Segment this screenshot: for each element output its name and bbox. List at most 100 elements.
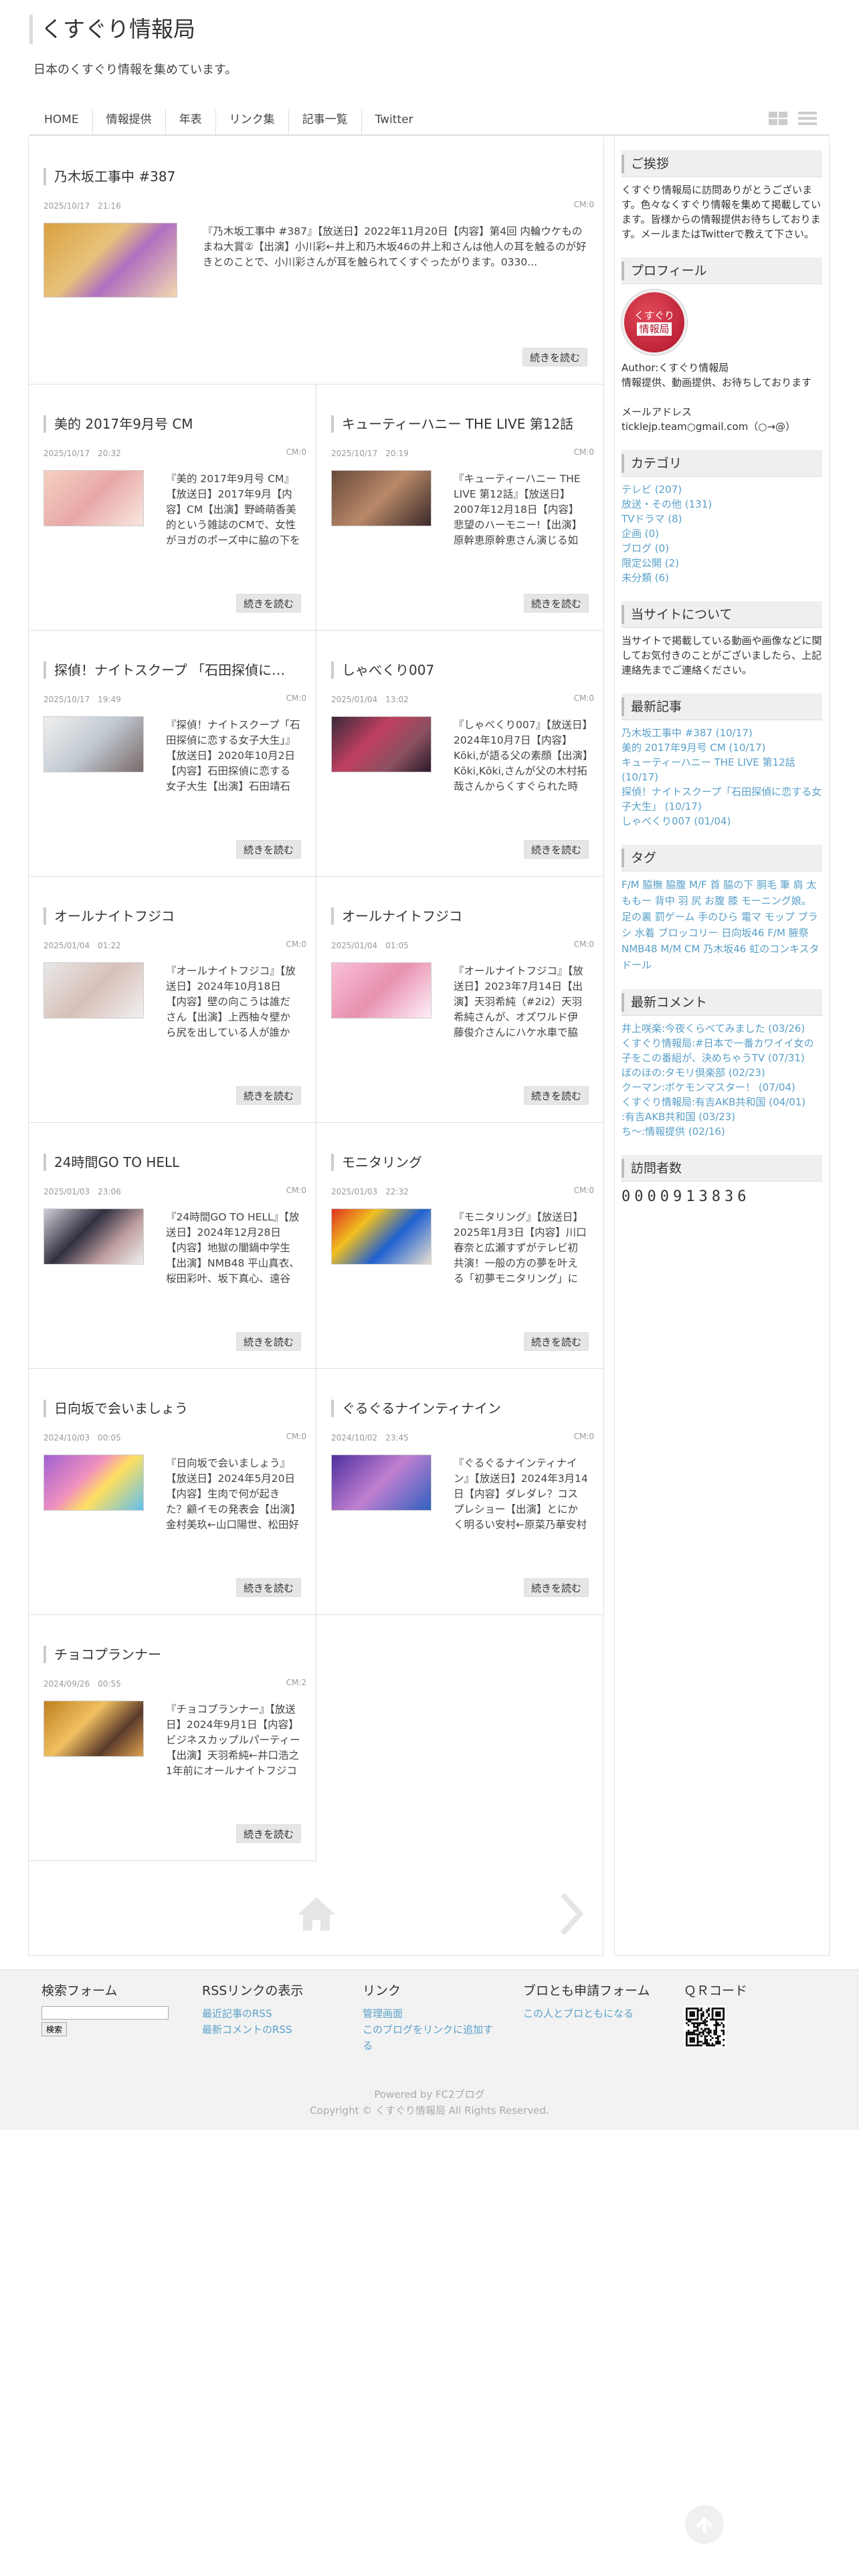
read-more-button[interactable]: 続きを読む: [235, 1824, 301, 1843]
article-thumbnail[interactable]: [331, 470, 432, 526]
category-link[interactable]: ブログ (0): [622, 541, 822, 556]
article-thumbnail[interactable]: [43, 716, 144, 772]
tag-link[interactable]: 罰ゲーム: [655, 911, 695, 923]
read-more-button[interactable]: 続きを読む: [235, 594, 301, 613]
article-comment-count[interactable]: CM:0: [286, 1432, 306, 1441]
article-thumbnail[interactable]: [331, 1455, 432, 1511]
tag-link[interactable]: 脇の下: [723, 879, 753, 891]
article-comment-count[interactable]: CM:0: [286, 1186, 306, 1195]
article-title[interactable]: オールナイトフジコ: [43, 907, 175, 925]
home-icon[interactable]: [296, 1895, 337, 1932]
tag-link[interactable]: 膝: [728, 895, 738, 907]
article-title[interactable]: チョコプランナー: [43, 1646, 161, 1663]
tag-link[interactable]: NMB48: [622, 943, 658, 955]
tag-link[interactable]: 脇腹: [666, 879, 686, 891]
nav-archive[interactable]: 記事一覧: [288, 110, 361, 135]
article-title[interactable]: キューティーハニー THE LIVE 第12話: [331, 415, 573, 433]
article-comment-count[interactable]: CM:0: [286, 940, 306, 949]
site-title[interactable]: くすぐり情報局: [29, 15, 195, 44]
search-input[interactable]: [41, 2006, 169, 2020]
article-thumbnail[interactable]: [43, 1208, 144, 1265]
recent-comment-link[interactable]: ち～:情報提供 (02/16): [622, 1124, 822, 1139]
article-comment-count[interactable]: CM:2: [286, 1678, 306, 1687]
tag-link[interactable]: 腋祭: [789, 927, 809, 939]
category-link[interactable]: 未分類 (6): [622, 570, 822, 585]
article-comment-count[interactable]: CM:0: [286, 447, 306, 457]
recent-comment-link[interactable]: 井上咲楽:今夜くらべてみました (03/26): [622, 1021, 822, 1036]
tag-link[interactable]: F/M: [767, 927, 785, 939]
read-more-button[interactable]: 続きを読む: [235, 840, 301, 859]
read-more-button[interactable]: 続きを読む: [522, 348, 587, 366]
search-button[interactable]: 検索: [41, 2022, 68, 2036]
article-thumbnail[interactable]: [331, 962, 432, 1018]
rss-recent-link[interactable]: 最近記事のRSS: [202, 2006, 349, 2022]
recent-article-link[interactable]: 美的 2017年9月号 CM (10/17): [622, 740, 822, 755]
tag-link[interactable]: お腹: [704, 895, 725, 907]
article-title[interactable]: しゃべくり007: [331, 661, 434, 679]
tag-link[interactable]: 胴毛: [757, 879, 777, 891]
tag-link[interactable]: M/F: [689, 879, 707, 891]
article-title[interactable]: 美的 2017年9月号 CM: [43, 415, 193, 433]
list-view-icon[interactable]: [797, 111, 818, 126]
article-title[interactable]: ぐるぐるナインティナイン: [331, 1400, 501, 1417]
tag-link[interactable]: ブロッコリー: [658, 927, 719, 939]
tag-link[interactable]: モーニング娘。: [741, 895, 812, 907]
article-title[interactable]: 日向坂で会いましょう: [43, 1400, 188, 1417]
article-thumbnail[interactable]: [331, 716, 432, 772]
blotomo-link[interactable]: この人とブロともになる: [523, 2006, 670, 2022]
recent-comment-link[interactable]: クーマン:ポケモンマスター！ (07/04): [622, 1080, 822, 1095]
tag-link[interactable]: 脇撫: [642, 879, 662, 891]
tag-link[interactable]: 日向坂46: [721, 927, 764, 939]
category-link[interactable]: 限定公開 (2): [622, 556, 822, 570]
read-more-button[interactable]: 続きを読む: [523, 840, 589, 859]
read-more-button[interactable]: 続きを読む: [235, 1578, 301, 1597]
article-thumbnail[interactable]: [331, 1208, 432, 1265]
article-thumbnail[interactable]: [43, 223, 177, 298]
article-thumbnail[interactable]: [43, 962, 144, 1018]
tag-link[interactable]: F/M: [622, 879, 640, 891]
nav-info[interactable]: 情報提供: [92, 110, 165, 135]
recent-comment-link[interactable]: :有吉AKB共和国 (03/23): [622, 1109, 822, 1124]
tag-link[interactable]: モップ: [765, 911, 795, 923]
article-comment-count[interactable]: CM:0: [574, 200, 594, 209]
read-more-button[interactable]: 続きを読む: [523, 1332, 589, 1351]
recent-article-link[interactable]: 乃木坂工事中 #387 (10/17): [622, 726, 822, 740]
category-link[interactable]: テレビ (207): [622, 482, 822, 497]
nav-home[interactable]: HOME: [29, 110, 92, 135]
back-to-top-icon[interactable]: [685, 2505, 724, 2544]
tag-link[interactable]: 背中: [655, 895, 675, 907]
read-more-button[interactable]: 続きを読む: [235, 1086, 301, 1105]
tag-link[interactable]: 足の裏: [622, 911, 652, 923]
tag-link[interactable]: 尻: [691, 895, 701, 907]
powered-by[interactable]: Powered by FC2ブログ: [0, 2086, 859, 2103]
read-more-button[interactable]: 続きを読む: [235, 1332, 301, 1351]
add-link-link[interactable]: このブログをリンクに追加する: [363, 2022, 496, 2054]
article-thumbnail[interactable]: [43, 1701, 144, 1757]
tag-link[interactable]: CM: [684, 943, 700, 955]
article-comment-count[interactable]: CM:0: [574, 447, 594, 457]
recent-article-link[interactable]: キューティーハニー THE LIVE 第12話 (10/17): [622, 755, 822, 784]
recent-comment-link[interactable]: くすぐり情報局:#日本で一番カワイイ女の子をこの番組が、決めちゃうTV (07/…: [622, 1036, 822, 1065]
article-comment-count[interactable]: CM:0: [574, 693, 594, 703]
article-thumbnail[interactable]: [43, 470, 144, 526]
recent-comment-link[interactable]: ぼのほの:タモリ倶楽部 (02/23): [622, 1065, 822, 1080]
tag-link[interactable]: 水着: [635, 927, 655, 939]
tag-link[interactable]: M/M: [660, 943, 681, 955]
nav-twitter[interactable]: Twitter: [361, 110, 427, 135]
tag-link[interactable]: 電マ: [741, 911, 761, 923]
article-title[interactable]: 24時間GO TO HELL: [43, 1154, 179, 1171]
next-page-icon[interactable]: [557, 1891, 584, 1937]
article-title[interactable]: モニタリング: [331, 1154, 422, 1171]
category-link[interactable]: 放送・その他 (131): [622, 497, 822, 512]
read-more-button[interactable]: 続きを読む: [523, 1578, 589, 1597]
article-comment-count[interactable]: CM:0: [286, 693, 306, 703]
tag-link[interactable]: 首: [710, 879, 720, 891]
rss-comment-link[interactable]: 最新コメントのRSS: [202, 2022, 349, 2038]
nav-links[interactable]: リンク集: [215, 110, 288, 135]
recent-comment-link[interactable]: くすぐり情報局:有吉AKB共和国 (04/01): [622, 1095, 822, 1109]
tag-link[interactable]: 乃木坂46: [703, 943, 746, 955]
article-comment-count[interactable]: CM:0: [574, 940, 594, 949]
article-title[interactable]: オールナイトフジコ: [331, 907, 462, 925]
tag-link[interactable]: 羽: [678, 895, 688, 907]
tag-link[interactable]: 肩: [793, 879, 803, 891]
